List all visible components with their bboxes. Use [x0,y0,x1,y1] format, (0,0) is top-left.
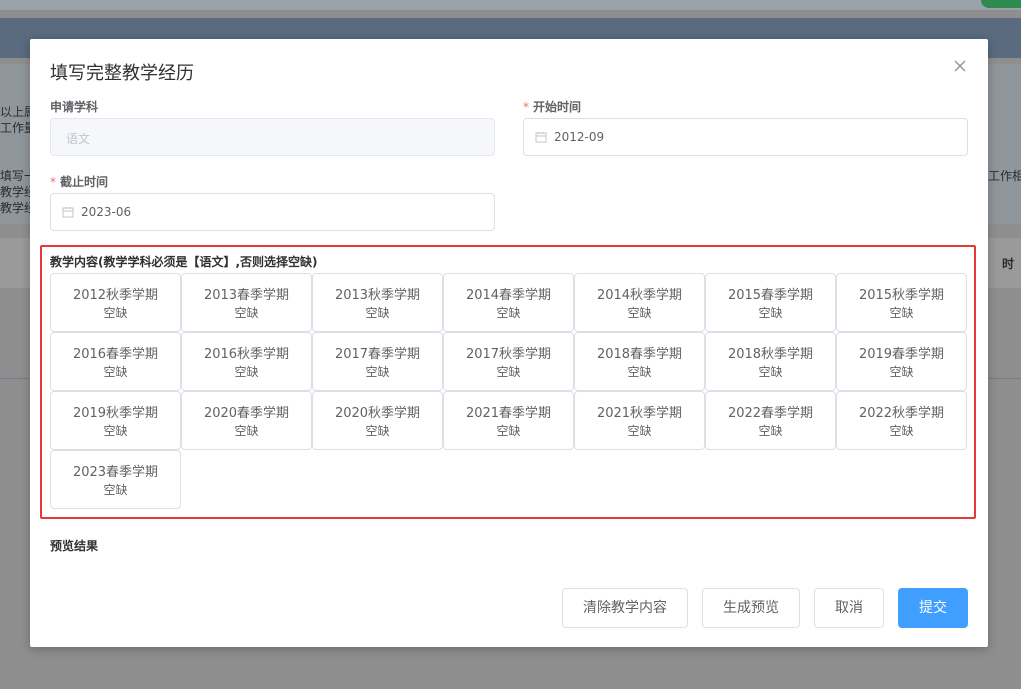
calendar-icon [62,207,74,218]
term-status: 空缺 [234,306,259,320]
term-status: 空缺 [496,365,521,379]
term-label: 2012秋季学期 [72,288,159,303]
term-label: 2015春季学期 [727,288,814,303]
term-cell[interactable]: 2020秋季学期 空缺 [312,391,443,450]
start-time-value: 2012-09 [554,130,605,144]
term-cell[interactable]: 2018春季学期 空缺 [574,332,705,391]
close-icon[interactable] [952,59,968,75]
term-status: 空缺 [627,365,652,379]
term-label: 2021秋季学期 [596,406,683,421]
term-status: 空缺 [627,424,652,438]
calendar-icon [535,132,547,143]
term-cell[interactable]: 2023春季学期 空缺 [50,450,181,509]
term-status: 空缺 [234,424,259,438]
term-status: 空缺 [758,365,783,379]
background-green-button [981,0,1021,8]
term-status: 空缺 [627,306,652,320]
background-text: 工作相 [988,169,1021,183]
term-cell[interactable]: 2013秋季学期 空缺 [312,273,443,332]
term-cell[interactable]: 2022春季学期 空缺 [705,391,836,450]
cancel-button[interactable]: 取消 [814,588,884,628]
start-time-label: * 开始时间 [523,98,581,115]
term-status: 空缺 [234,365,259,379]
term-cell[interactable]: 2020春季学期 空缺 [181,391,312,450]
subject-label-text: 申请学科 [50,100,99,114]
term-cell[interactable]: 2012秋季学期 空缺 [50,273,181,332]
term-status: 空缺 [889,306,914,320]
term-status: 空缺 [365,306,390,320]
term-label: 2017春季学期 [334,347,421,362]
subject-field: 语文 [50,118,495,156]
term-cell[interactable]: 2019秋季学期 空缺 [50,391,181,450]
term-cell[interactable]: 2016秋季学期 空缺 [181,332,312,391]
term-cell[interactable]: 2015春季学期 空缺 [705,273,836,332]
term-label: 2018秋季学期 [727,347,814,362]
end-time-label-text: 截止时间 [60,175,109,189]
term-status: 空缺 [758,424,783,438]
term-label: 2013秋季学期 [334,288,421,303]
term-cell[interactable]: 2021秋季学期 空缺 [574,391,705,450]
term-cell[interactable]: 2018秋季学期 空缺 [705,332,836,391]
term-cell[interactable]: 2021春季学期 空缺 [443,391,574,450]
term-label: 2014春季学期 [465,288,552,303]
term-label: 2013春季学期 [203,288,290,303]
term-label: 2019春季学期 [858,347,945,362]
term-label: 2023春季学期 [72,465,159,480]
term-cell[interactable]: 2015秋季学期 空缺 [836,273,967,332]
term-label: 2014秋季学期 [596,288,683,303]
term-status: 空缺 [103,365,128,379]
end-time-label: * 截止时间 [50,173,108,190]
term-status: 空缺 [365,365,390,379]
teaching-experience-dialog: 填写完整教学经历 申请学科 语文 * 开始时间 2012-09 * 截止时间 202… [30,39,988,647]
term-label: 2021春季学期 [465,406,552,421]
term-cell[interactable]: 2013春季学期 空缺 [181,273,312,332]
term-status: 空缺 [496,306,521,320]
term-label: 2020秋季学期 [334,406,421,421]
term-status: 空缺 [758,306,783,320]
term-cell[interactable]: 2022秋季学期 空缺 [836,391,967,450]
term-status: 空缺 [365,424,390,438]
preview-label: 预览结果 [50,539,99,553]
clear-teaching-button[interactable]: 清除教学内容 [562,588,688,628]
term-cell[interactable]: 2019春季学期 空缺 [836,332,967,391]
term-label: 2015秋季学期 [858,288,945,303]
term-cell[interactable]: 2014春季学期 空缺 [443,273,574,332]
term-label: 2020春季学期 [203,406,290,421]
term-cell[interactable]: 2016春季学期 空缺 [50,332,181,391]
term-status: 空缺 [103,424,128,438]
term-label: 2017秋季学期 [465,347,552,362]
term-label: 2022秋季学期 [858,406,945,421]
subject-placeholder: 语文 [66,132,91,146]
background-text: 时 [1002,257,1015,271]
term-cell[interactable]: 2017秋季学期 空缺 [443,332,574,391]
start-time-label-text: 开始时间 [533,100,582,114]
background-topbar [0,0,1021,10]
end-time-picker[interactable]: 2023-06 [50,193,495,231]
required-mark: * [523,100,529,114]
generate-preview-button[interactable]: 生成预览 [702,588,800,628]
term-label: 2016春季学期 [72,347,159,362]
term-label: 2019秋季学期 [72,406,159,421]
term-label: 2016秋季学期 [203,347,290,362]
term-status: 空缺 [103,306,128,320]
teaching-content-label: 教学内容(教学学科必须是【语文】,否则选择空缺) [50,255,318,269]
term-status: 空缺 [496,424,521,438]
end-time-value: 2023-06 [81,205,132,219]
term-cell[interactable]: 2014秋季学期 空缺 [574,273,705,332]
subject-label: 申请学科 [50,98,98,115]
term-label: 2018春季学期 [596,347,683,362]
term-status: 空缺 [889,424,914,438]
term-label: 2022春季学期 [727,406,814,421]
start-time-picker[interactable]: 2012-09 [523,118,968,156]
submit-button[interactable]: 提交 [898,588,968,628]
term-cell[interactable]: 2017春季学期 空缺 [312,332,443,391]
required-mark: * [50,175,56,189]
dialog-title: 填写完整教学经历 [50,63,194,84]
term-status: 空缺 [889,365,914,379]
term-status: 空缺 [103,483,128,497]
